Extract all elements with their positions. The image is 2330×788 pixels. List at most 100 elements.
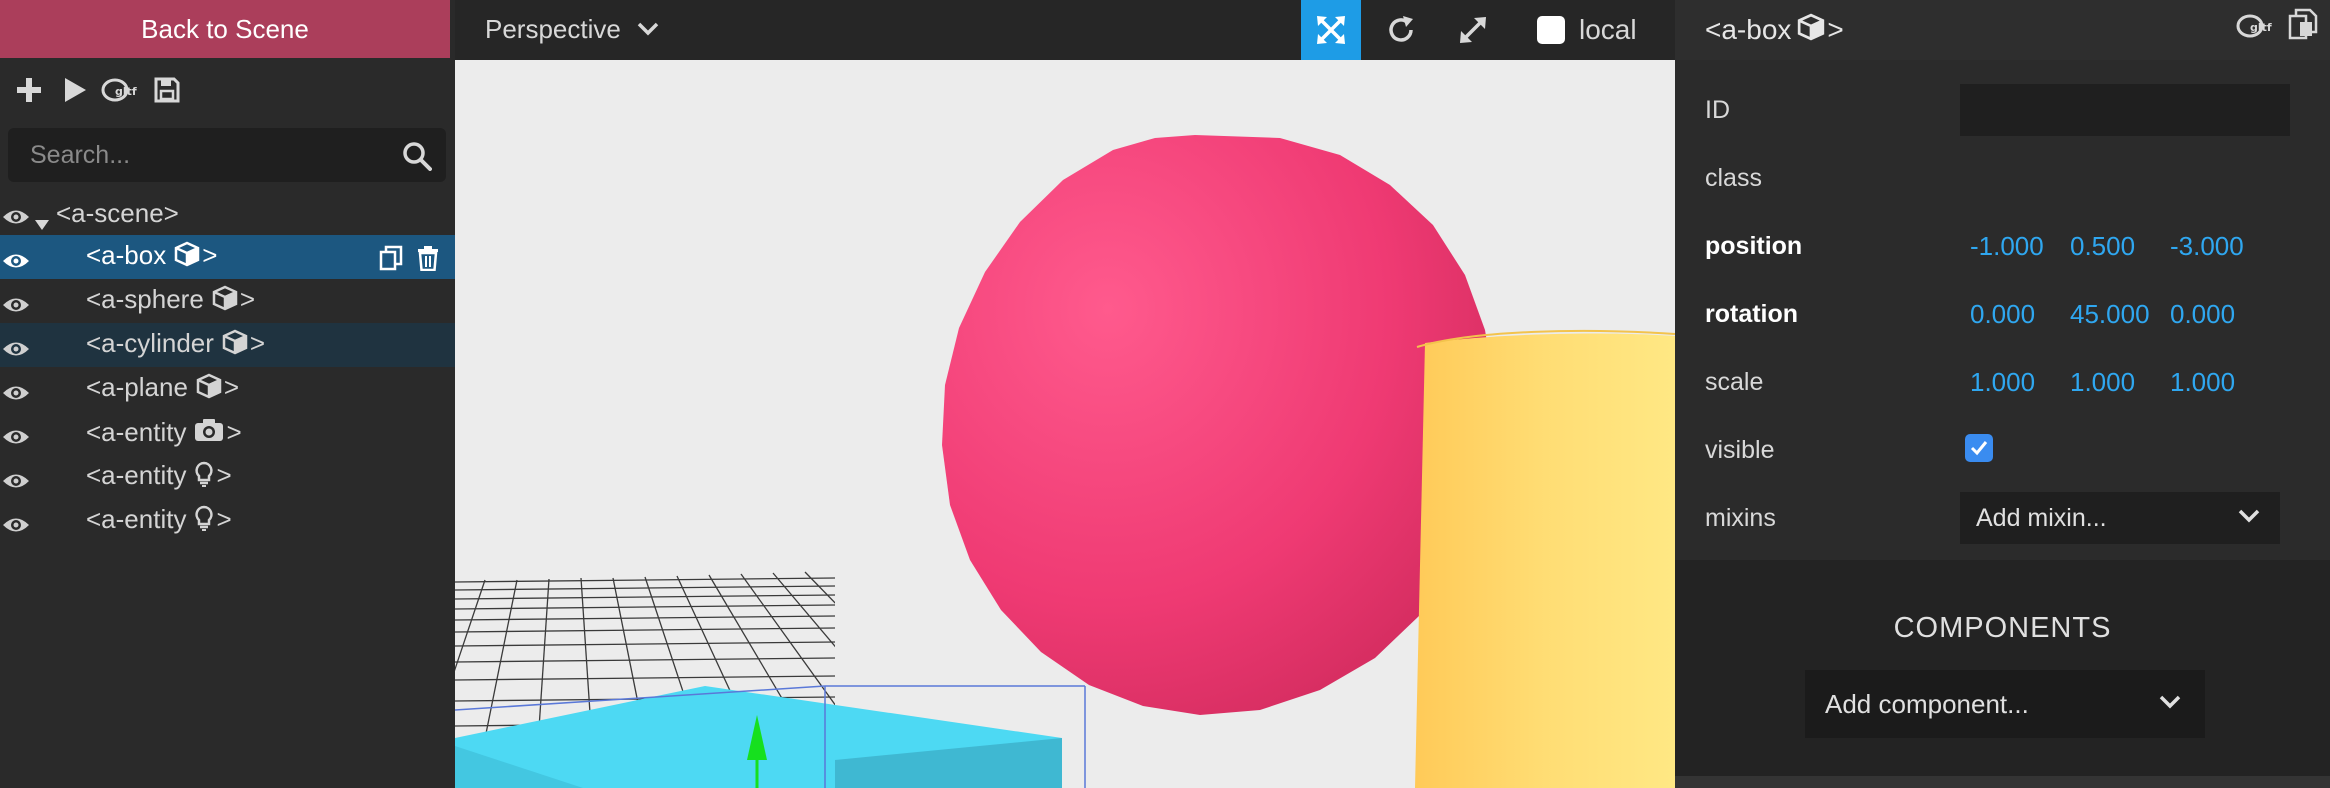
tree-label: <a-plane > bbox=[86, 372, 239, 406]
lightbulb-icon bbox=[194, 505, 214, 538]
eye-icon[interactable] bbox=[2, 379, 30, 410]
rotate-mode-button[interactable] bbox=[1371, 0, 1431, 60]
expand-icon bbox=[1460, 17, 1486, 43]
eye-icon[interactable] bbox=[2, 511, 30, 542]
svg-text:gltf: gltf bbox=[115, 85, 137, 98]
eye-icon[interactable] bbox=[2, 203, 30, 234]
entity-properties: ID class position -1.000 0.500 -3.000 ro… bbox=[1675, 60, 2330, 560]
rotation-label: rotation bbox=[1705, 300, 1799, 328]
components-heading: COMPONENTS bbox=[1893, 612, 2112, 644]
position-y-input[interactable]: 0.500 bbox=[2070, 231, 2170, 262]
tree-row-sphere[interactable]: <a-sphere > bbox=[0, 279, 455, 323]
add-component-value: Add component... bbox=[1825, 688, 2029, 719]
scale-mode-button[interactable] bbox=[1443, 0, 1503, 60]
tree-label: <a-scene> bbox=[56, 197, 179, 228]
inspector-panel: <a-box > gltf ID class position -1.000 0… bbox=[1675, 0, 2330, 788]
tree-label: <a-cylinder > bbox=[86, 328, 265, 362]
cube-icon bbox=[196, 373, 222, 406]
tree-label: <a-sphere > bbox=[86, 284, 255, 318]
visible-label: visible bbox=[1705, 436, 1775, 464]
chevron-down-icon bbox=[2159, 695, 2181, 709]
eye-icon[interactable] bbox=[2, 291, 30, 322]
clone-icon[interactable] bbox=[379, 245, 403, 278]
local-toggle: local bbox=[1537, 0, 1637, 60]
outliner-toolbar: gltf bbox=[0, 70, 190, 110]
camera-dropdown-label: Perspective bbox=[485, 13, 621, 44]
rotation-vector: 0.000 45.000 0.000 bbox=[1970, 299, 2270, 330]
scene-outliner: Back to Scene gltf <a-scene> <a-box> bbox=[0, 0, 455, 788]
tree-label: <a-entity > bbox=[86, 417, 242, 450]
cube-icon bbox=[212, 285, 238, 318]
gltf-export-icon[interactable]: gltf bbox=[2236, 14, 2276, 38]
position-z-input[interactable]: -3.000 bbox=[2170, 231, 2270, 262]
lightbulb-icon bbox=[194, 461, 214, 494]
caret-down-icon[interactable] bbox=[34, 207, 50, 238]
local-label: local bbox=[1579, 14, 1637, 45]
tree-label: <a-entity > bbox=[86, 504, 232, 538]
eye-icon[interactable] bbox=[2, 423, 30, 454]
class-label: class bbox=[1705, 164, 1762, 192]
cube-icon bbox=[174, 241, 200, 274]
rotation-z-input[interactable]: 0.000 bbox=[2170, 299, 2270, 330]
search-icon[interactable] bbox=[402, 141, 432, 171]
position-x-input[interactable]: -1.000 bbox=[1970, 231, 2070, 262]
move-arrows-icon bbox=[1317, 16, 1345, 44]
visible-checkbox[interactable] bbox=[1965, 434, 1993, 462]
scale-label: scale bbox=[1705, 368, 1764, 396]
entity-title: <a-box bbox=[1705, 14, 1792, 45]
gltf-export-icon[interactable]: gltf bbox=[98, 70, 144, 110]
play-icon[interactable] bbox=[52, 70, 98, 110]
entity-tree: <a-scene> <a-box > <a-sphere > <a-cylinder… bbox=[0, 191, 455, 543]
scale-y-input[interactable]: 1.000 bbox=[2070, 367, 2170, 398]
scale-vector: 1.000 1.000 1.000 bbox=[1970, 367, 2270, 398]
search-input[interactable] bbox=[30, 140, 390, 170]
add-component-select[interactable]: Add component... bbox=[1805, 670, 2205, 738]
tree-label: <a-box > bbox=[86, 240, 217, 274]
eye-icon[interactable] bbox=[2, 467, 30, 498]
row-actions bbox=[379, 245, 439, 278]
cube-icon bbox=[222, 329, 248, 362]
mixin-select-value: Add mixin... bbox=[1976, 503, 2107, 532]
tree-row-cylinder[interactable]: <a-cylinder > bbox=[0, 323, 455, 367]
cube-icon bbox=[1797, 13, 1825, 48]
checkmark-icon bbox=[1970, 441, 1988, 456]
rotate-icon bbox=[1389, 16, 1413, 42]
camera-icon bbox=[194, 418, 224, 449]
chevron-down-icon bbox=[2238, 509, 2260, 523]
viewport-toolbar: Perspective local bbox=[455, 0, 1675, 60]
scene-canvas bbox=[455, 135, 1675, 788]
trash-icon[interactable] bbox=[417, 245, 439, 278]
cylinder-shape[interactable] bbox=[1415, 329, 1675, 788]
copy-html-icon[interactable] bbox=[2286, 8, 2320, 42]
entity-title-suffix: > bbox=[1827, 14, 1844, 45]
tree-label: <a-entity > bbox=[86, 460, 232, 494]
panel-divider bbox=[1675, 776, 2330, 788]
rotation-x-input[interactable]: 0.000 bbox=[1970, 299, 2070, 330]
id-input[interactable] bbox=[1960, 84, 2290, 136]
tree-row-light-entity[interactable]: <a-entity > bbox=[0, 455, 455, 499]
back-to-scene-button[interactable]: Back to Scene bbox=[0, 0, 450, 58]
tree-row-box[interactable]: <a-box > bbox=[0, 235, 455, 279]
svg-text:gltf: gltf bbox=[2250, 21, 2272, 34]
tree-row-camera-entity[interactable]: <a-entity > bbox=[0, 411, 455, 455]
scale-x-input[interactable]: 1.000 bbox=[1970, 367, 2070, 398]
chevron-down-icon bbox=[637, 22, 659, 36]
scene-viewport[interactable] bbox=[455, 60, 1675, 788]
local-checkbox[interactable] bbox=[1537, 16, 1565, 44]
id-label: ID bbox=[1705, 96, 1730, 124]
tree-row-scene[interactable]: <a-scene> bbox=[0, 191, 455, 235]
eye-icon[interactable] bbox=[2, 335, 30, 366]
eye-icon[interactable] bbox=[2, 247, 30, 278]
scale-z-input[interactable]: 1.000 bbox=[2170, 367, 2270, 398]
sphere-shape[interactable] bbox=[942, 135, 1495, 715]
mixins-label: mixins bbox=[1705, 504, 1776, 532]
tree-row-plane[interactable]: <a-plane > bbox=[0, 367, 455, 411]
add-entity-icon[interactable] bbox=[6, 70, 52, 110]
camera-dropdown[interactable]: Perspective bbox=[485, 0, 659, 58]
rotation-y-input[interactable]: 45.000 bbox=[2070, 299, 2170, 330]
translate-mode-button[interactable] bbox=[1301, 0, 1361, 60]
mixin-select[interactable]: Add mixin... bbox=[1960, 492, 2280, 544]
tree-row-light-entity[interactable]: <a-entity > bbox=[0, 499, 455, 543]
save-icon[interactable] bbox=[144, 70, 190, 110]
search-field bbox=[8, 128, 446, 182]
